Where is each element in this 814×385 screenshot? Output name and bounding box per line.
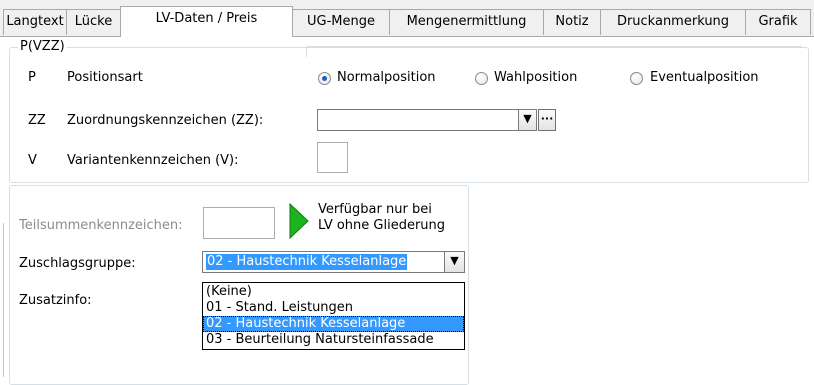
dropdown-option-01[interactable]: 01 - Stand. Leistungen [203,300,464,316]
eventualposition-label[interactable]: Eventualposition [650,70,759,85]
wahlposition-label[interactable]: Wahlposition [494,70,577,85]
normalposition-radio[interactable] [318,72,331,85]
dropdown-option-02[interactable]: 02 - Haustechnik Kesselanlage [203,316,464,332]
tab-grafik[interactable]: Grafik [745,9,811,35]
zuordnungskennzeichen-combobox[interactable]: ▼ [317,109,537,131]
row-code-p: P [28,70,36,85]
arrow-right-icon [289,203,309,239]
availability-hint: Verfügbar nur bei LV ohne Gliederung [318,202,445,234]
row-code-v: V [28,153,37,168]
dropdown-option-keine[interactable]: (Keine) [203,284,464,300]
inner-frame-line [306,46,802,57]
wahlposition-radio[interactable] [475,72,488,85]
variantenkennzeichen-label: Variantenkennzeichen (V): [67,153,239,168]
tab-bar: Langtext Lücke LV-Daten / Preis UG-Menge… [0,0,814,37]
hint-line-1: Verfügbar nur bei [318,202,432,217]
positionsart-label: Positionsart [67,70,143,85]
zz-dropdown-button[interactable]: ▼ [518,110,536,130]
left-divider [3,223,5,377]
variantenkennzeichen-input[interactable] [317,142,348,173]
tab-langtext[interactable]: Langtext [3,9,67,35]
tab-mengenermittlung[interactable]: Mengenermittlung [389,9,544,35]
tab-content-panel: P(VZZ) P Positionsart Normalposition Wah… [0,36,814,385]
chevron-down-icon: ▼ [450,254,459,267]
tab-ug-menge[interactable]: UG-Menge [292,9,390,35]
eventualposition-radio[interactable] [630,72,643,85]
zz-browse-button[interactable]: ··· [538,109,556,131]
zuordnungskennzeichen-label: Zuordnungskennzeichen (ZZ): [67,113,264,128]
tab-luecke[interactable]: Lücke [66,9,121,35]
zuschlagsgruppe-label: Zuschlagsgruppe: [19,256,136,271]
teilsummenkennzeichen-input[interactable] [203,207,275,239]
zuschlagsgruppe-dropdown-button[interactable]: ▼ [444,252,464,272]
teilsummenkennzeichen-label: Teilsummenkennzeichen: [19,218,183,233]
chevron-down-icon: ▼ [523,112,532,125]
tab-lv-daten-preis[interactable]: LV-Daten / Preis [120,6,293,37]
zusatzinfo-label: Zusatzinfo: [19,293,92,308]
tab-notiz[interactable]: Notiz [543,9,601,35]
zuschlagsgruppe-dropdown-list: (Keine) 01 - Stand. Leistungen 02 - Haus… [202,282,465,350]
dropdown-option-03[interactable]: 03 - Beurteilung Natursteinfassade [203,332,464,348]
zuschlagsgruppe-value: 02 - Haustechnik Kesselanlage [206,254,408,270]
row-code-zz: ZZ [28,113,46,128]
hint-line-2: LV ohne Gliederung [318,218,446,233]
tab-druckanmerkung[interactable]: Druckanmerkung [600,9,746,35]
normalposition-label[interactable]: Normalposition [337,70,436,85]
pvzz-legend: P(VZZ) [18,39,67,54]
zuschlagsgruppe-combobox[interactable]: 02 - Haustechnik Kesselanlage ▼ [202,251,465,273]
